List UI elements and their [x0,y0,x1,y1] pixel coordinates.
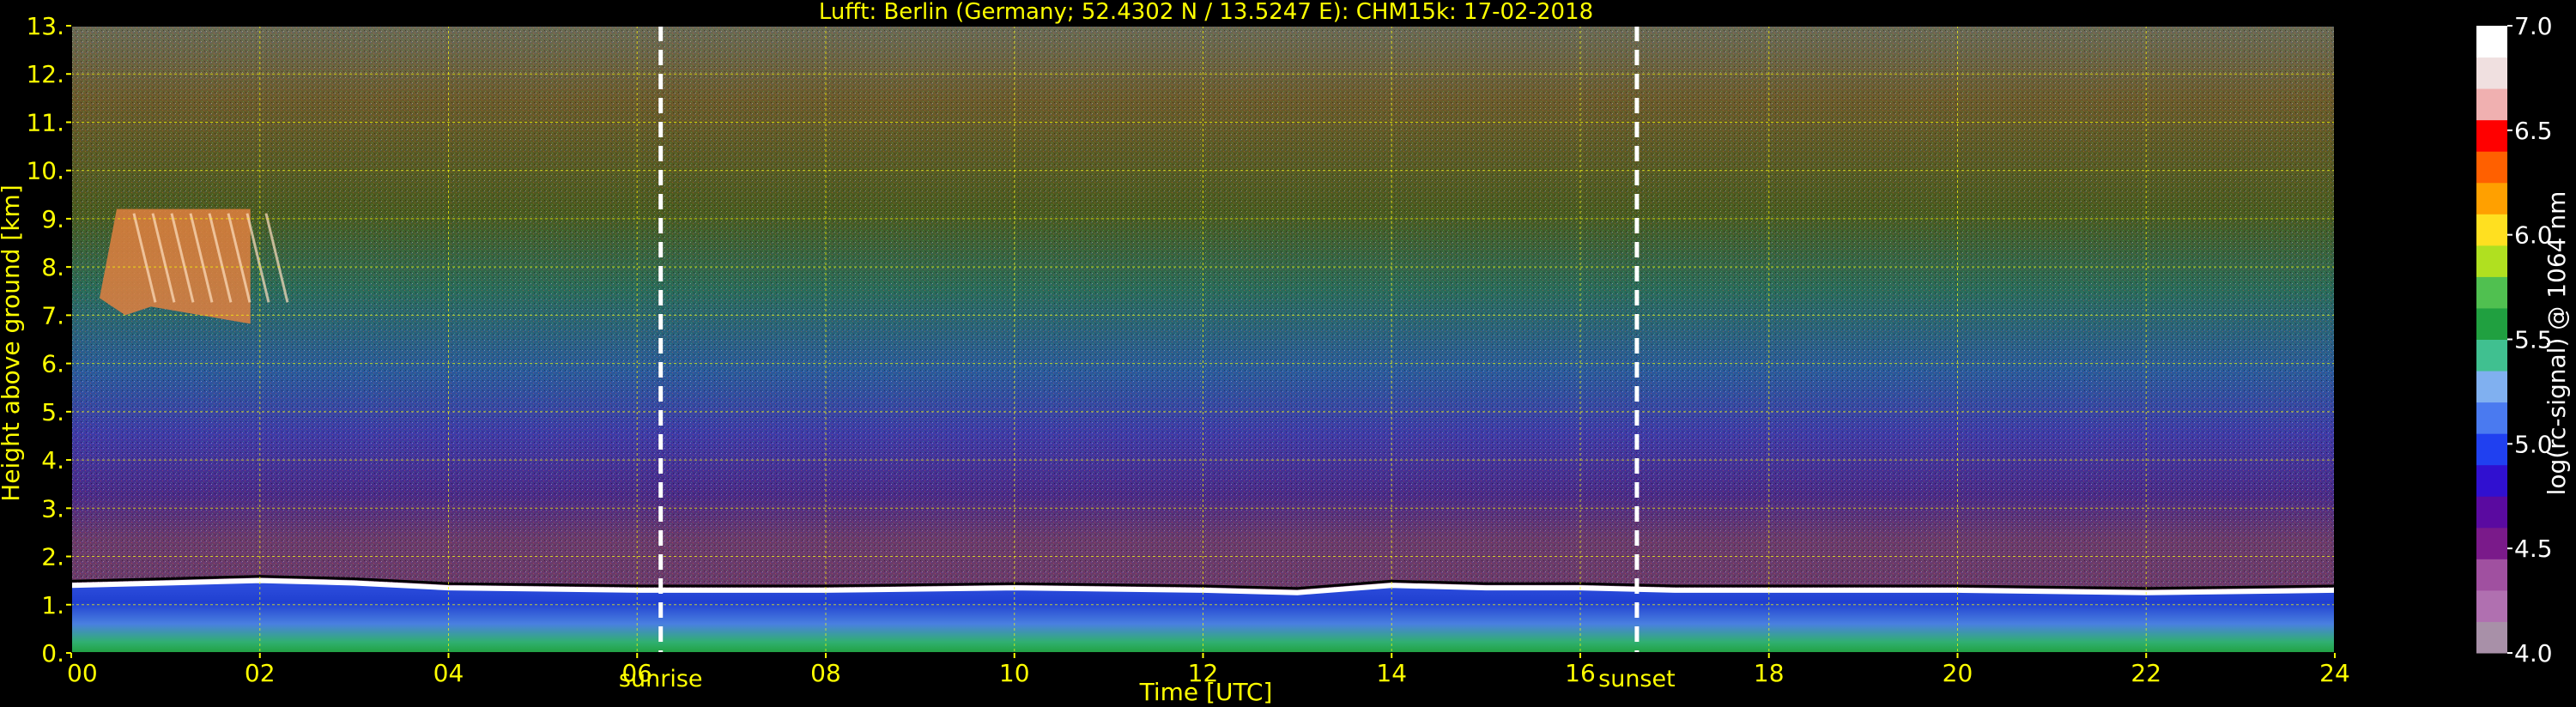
y-tick-label: 12. [26,60,64,88]
colorbar-swatch [2476,464,2507,497]
colorbar-swatch [2476,433,2507,466]
colorbar-swatch [2476,339,2507,372]
colorbar-swatch [2476,214,2507,246]
x-tick-label: 00 [67,659,98,687]
x-tick-label: 16 [1565,659,1596,687]
x-tick-label: 20 [1943,659,1973,687]
colorbar-swatch [2476,276,2507,309]
x-tick-label: 10 [999,659,1030,687]
colorbar-tick-label: 4.0 [2514,639,2553,668]
y-tick-label: 3. [41,494,64,523]
x-tick-label: 18 [1754,659,1785,687]
colorbar-swatch [2476,57,2507,89]
colorbar-swatch [2476,182,2507,215]
sunset-label: sunset [1598,666,1676,692]
colorbar-swatch [2476,26,2507,58]
y-tick-label: 8. [41,253,64,281]
y-tick-label: 13. [26,12,64,40]
colorbar-tick-label: 7.0 [2514,12,2553,40]
colorbar-swatch [2476,559,2507,591]
colorbar-swatch [2476,245,2507,277]
x-tick-label: 02 [245,659,276,687]
x-tick-label: 14 [1376,659,1407,687]
colorbar-swatch [2476,402,2507,434]
y-tick-label: 2. [41,543,64,571]
colorbar-swatch [2476,307,2507,340]
x-tick-label: 24 [2319,659,2350,687]
colorbar-swatch [2476,496,2507,529]
x-tick-label: 04 [433,659,464,687]
colorbar-swatch [2476,119,2507,152]
colorbar-swatch [2476,621,2507,654]
y-tick-label: 5. [41,398,64,426]
colorbar-swatch [2476,151,2507,184]
y-tick-label: 9. [41,205,64,233]
chart-title: Lufft: Berlin (Germany; 52.4302 N / 13.5… [819,0,1593,25]
y-tick-label: 10. [26,157,64,185]
colorbar-tick-label: 6.5 [2514,117,2553,145]
colorbar-label: log(rc-signal) @ 1064 nm [2543,191,2571,496]
colorbar-tick-label: 4.5 [2514,535,2553,563]
x-tick-label: 22 [2131,659,2161,687]
colorbar-swatch [2476,88,2507,121]
colorbar-swatch [2476,371,2507,403]
y-tick-label: 6. [41,350,64,378]
colorbar-swatch [2476,527,2507,559]
y-tick-label: 0. [41,639,64,668]
y-tick-label: 7. [41,301,64,329]
x-axis-label: Time [UTC] [1139,678,1273,706]
y-tick-label: 11. [26,108,64,136]
ceilometer-chart: sunrise sunset 0.1.2.3.4.5.6.7.8.9.10.11.… [0,0,2576,707]
y-tick-label: 4. [41,446,64,474]
colorbar-swatches [2476,26,2507,654]
y-tick-label: 1. [41,591,64,619]
x-tick-label: 08 [810,659,841,687]
x-tick-label: 06 [621,659,652,687]
y-axis-label: Height above ground [km] [0,184,25,502]
colorbar-swatch [2476,589,2507,622]
